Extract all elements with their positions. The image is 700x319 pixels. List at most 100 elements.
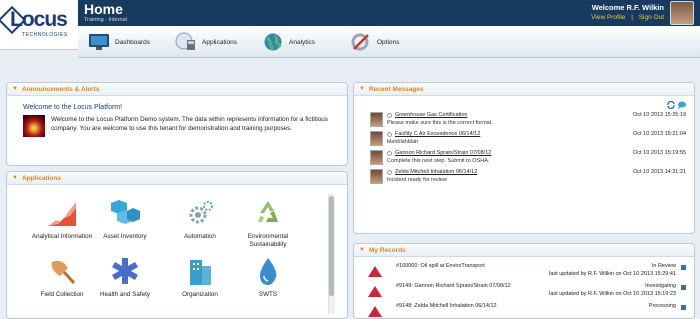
record-title[interactable]: #9148: Zelda Mitchell Inhalation 06/14/1… xyxy=(396,303,497,309)
nav-applications[interactable]: Applications xyxy=(175,30,237,54)
record-status: Investigating xyxy=(645,283,676,289)
app-automation[interactable]: Automation xyxy=(165,198,235,241)
trowel-icon xyxy=(51,260,76,285)
message-subject[interactable]: Zelda Mitchell Inhalation 06/14/12 xyxy=(395,169,477,175)
incident-warning-icon xyxy=(368,286,382,297)
page-title: Home xyxy=(84,1,123,17)
nav-analytics[interactable]: Analytics xyxy=(262,30,315,54)
app-organization[interactable]: Organization xyxy=(165,256,235,299)
message-item[interactable]: Greenhouse Gas Certification Please make… xyxy=(370,112,686,129)
view-profile-link[interactable]: View Profile xyxy=(591,14,625,21)
collapse-arrow-icon[interactable]: ▼ xyxy=(12,175,18,181)
collapse-arrow-icon[interactable]: ▼ xyxy=(359,247,365,253)
app-label: Health and Safety xyxy=(99,291,151,298)
refresh-icon[interactable] xyxy=(667,101,675,109)
sender-avatar xyxy=(370,150,383,165)
nav-dashboards[interactable]: Dashboards xyxy=(88,30,150,54)
panel-title: My Records xyxy=(368,246,406,254)
app-environmental-sustainability[interactable]: Environmental Sustainability xyxy=(233,198,303,248)
panel-title: Announcements & Alerts xyxy=(21,85,100,93)
record-item[interactable]: #100000: Oil spill at EnviroTransport In… xyxy=(368,263,686,283)
message-preview: Incident ready for review xyxy=(387,177,447,183)
sender-avatar xyxy=(370,131,383,146)
panel-title: Applications xyxy=(21,174,61,182)
sign-out-link[interactable]: Sign Out xyxy=(639,14,664,21)
panel-title: Recent Messages xyxy=(368,85,424,93)
record-item[interactable]: #9148: Zelda Mitchell Inhalation 06/14/1… xyxy=(368,303,686,318)
app-label: Automation xyxy=(184,233,216,240)
chat-bubble-icon[interactable] xyxy=(677,101,686,109)
panel-header[interactable]: ▼ Announcements & Alerts xyxy=(7,83,347,96)
message-preview: Complete this next step. Submit to OSHA. xyxy=(387,158,490,164)
panel-header[interactable]: ▼ Recent Messages xyxy=(354,83,694,96)
nav-label: Options xyxy=(377,38,400,46)
app-field-collection[interactable]: Field Collection xyxy=(27,256,97,299)
gears-icon xyxy=(189,201,213,224)
tenant-label: Training - Internal xyxy=(84,17,127,23)
message-tools xyxy=(667,101,686,109)
locus-logo[interactable]: Locus TECHNOLOGIES xyxy=(0,0,78,50)
record-flag-icon xyxy=(681,285,686,290)
water-drop-icon xyxy=(259,258,277,285)
message-date: Oct 10 2013 15:21:04 xyxy=(633,131,686,137)
message-item[interactable]: Facility C Air Exceedence 06/14/12 blahb… xyxy=(370,131,686,148)
applications-panel: ▼ Applications Analytical Information As… xyxy=(6,171,348,319)
app-label: Asset Inventory xyxy=(103,233,147,240)
message-subject[interactable]: Facility C Air Exceedence 06/14/12 xyxy=(395,131,480,137)
boxes-icon xyxy=(111,200,140,224)
analytics-chart-icon xyxy=(48,202,76,226)
message-subject[interactable]: Gannon Richard Sprain/Strain 07/08/12 xyxy=(395,150,491,156)
message-item[interactable]: Gannon Richard Sprain/Strain 07/08/12 Co… xyxy=(370,150,686,167)
unread-indicator-icon xyxy=(387,113,392,118)
record-flag-icon xyxy=(681,265,686,270)
panel-header[interactable]: ▼ Applications xyxy=(7,172,347,185)
record-updated: last updated by R.F. Wilkin on Oct 10 20… xyxy=(549,271,676,277)
unread-indicator-icon xyxy=(387,132,392,137)
nav-label: Dashboards xyxy=(115,38,151,46)
record-title[interactable]: #100000: Oil spill at EnviroTransport xyxy=(396,263,485,269)
globe-icon xyxy=(264,33,282,51)
unread-indicator-icon xyxy=(387,170,392,175)
top-header: Home Training - Internal Welcome R.F. Wi… xyxy=(78,0,700,26)
incident-warning-icon xyxy=(368,266,382,277)
unread-indicator-icon xyxy=(387,151,392,156)
sender-avatar xyxy=(370,112,383,127)
monitor-icon xyxy=(89,34,109,50)
app-asset-inventory[interactable]: Asset Inventory xyxy=(90,198,160,241)
app-health-and-safety[interactable]: Health and Safety xyxy=(90,256,160,299)
app-label: Organization xyxy=(182,291,218,298)
welcome-text: Welcome R.F. Wilkin xyxy=(591,3,664,12)
message-preview: blahblahblah xyxy=(387,139,419,145)
message-preview: Please make sure this is the correct for… xyxy=(387,120,493,126)
message-date: Oct 10 2013 15:19:55 xyxy=(633,150,686,156)
nav-label: Applications xyxy=(202,38,238,46)
separator: | xyxy=(631,14,633,21)
panel-header[interactable]: ▼ My Records xyxy=(354,244,694,257)
message-subject[interactable]: Greenhouse Gas Certification xyxy=(395,112,467,118)
app-analytical-information[interactable]: Analytical Information xyxy=(27,198,97,241)
sender-avatar xyxy=(370,169,383,184)
incident-warning-icon xyxy=(368,306,382,317)
medical-icon xyxy=(112,258,138,284)
nav-options[interactable]: Options xyxy=(350,30,399,54)
record-title[interactable]: #9149: Gannon Richard Sprain/Strain 07/0… xyxy=(396,283,511,289)
app-label: Analytical Information xyxy=(31,233,93,240)
collapse-arrow-icon[interactable]: ▼ xyxy=(359,86,365,92)
recycle-icon xyxy=(258,201,278,222)
main-nav: Dashboards Applications Analytics Option… xyxy=(78,26,700,58)
message-item[interactable]: Zelda Mitchell Inhalation 06/14/12 Incid… xyxy=(370,169,686,186)
logo-name: Locus xyxy=(10,8,68,31)
app-label: Field Collection xyxy=(40,291,84,298)
user-links: View Profile | Sign Out xyxy=(587,14,664,21)
record-status: In Review xyxy=(651,263,676,269)
app-label: SWTS xyxy=(258,291,278,298)
record-item[interactable]: #9149: Gannon Richard Sprain/Strain 07/0… xyxy=(368,283,686,303)
announcements-panel: ▼ Announcements & Alerts Welcome to the … xyxy=(6,82,348,166)
applications-icon xyxy=(175,32,195,50)
announcement-image xyxy=(23,115,45,137)
announcement-heading: Welcome to the Locus Platform! xyxy=(23,104,123,111)
collapse-arrow-icon[interactable]: ▼ xyxy=(12,86,18,92)
user-avatar[interactable] xyxy=(670,1,694,25)
scrollbar-thumb[interactable] xyxy=(329,196,334,296)
app-swts[interactable]: SWTS xyxy=(233,256,303,299)
